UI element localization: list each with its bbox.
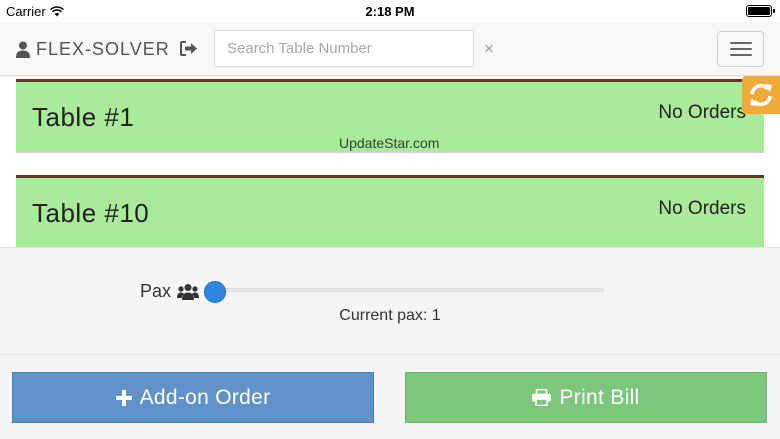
print-bill-label: Print Bill bbox=[559, 385, 640, 409]
logout-button[interactable] bbox=[180, 41, 198, 61]
watermark: UpdateStar.com bbox=[339, 135, 440, 151]
sign-out-icon bbox=[180, 41, 197, 56]
navbar: FLEX-SOLVER × bbox=[0, 22, 780, 76]
table-list: Table #1 No Orders Table #10 No Orders bbox=[0, 77, 780, 247]
refresh-button[interactable] bbox=[742, 76, 780, 114]
add-on-order-label: Add-on Order bbox=[139, 385, 271, 409]
table-status: No Orders bbox=[658, 198, 746, 219]
brand[interactable]: FLEX-SOLVER bbox=[16, 39, 170, 60]
user-icon bbox=[16, 41, 30, 58]
action-bar: Add-on Order Print Bill bbox=[0, 356, 780, 439]
refresh-icon bbox=[750, 83, 772, 107]
table-status: No Orders bbox=[658, 102, 746, 123]
pax-slider-thumb[interactable] bbox=[204, 281, 226, 303]
table-name: Table #1 bbox=[32, 102, 135, 132]
clear-search-button[interactable]: × bbox=[484, 39, 494, 59]
users-icon bbox=[177, 283, 200, 300]
hamburger-icon-bar bbox=[729, 48, 752, 50]
brand-name: FLEX-SOLVER bbox=[36, 39, 170, 59]
pax-panel: Pax Current pax: 1 bbox=[0, 247, 780, 355]
hamburger-icon-bar bbox=[729, 54, 752, 56]
menu-button[interactable] bbox=[717, 31, 764, 67]
pax-slider-track[interactable] bbox=[204, 288, 604, 292]
battery-icon bbox=[746, 5, 775, 17]
clock: 2:18 PM bbox=[365, 4, 415, 19]
print-bill-button[interactable]: Print Bill bbox=[405, 372, 767, 423]
current-pax-label: Current pax: 1 bbox=[339, 307, 441, 324]
print-icon bbox=[532, 389, 552, 406]
search-input[interactable] bbox=[214, 30, 474, 67]
table-card[interactable]: Table #10 No Orders bbox=[16, 175, 764, 247]
table-name: Table #10 bbox=[32, 198, 150, 228]
battery-level bbox=[748, 7, 770, 15]
plus-icon bbox=[115, 389, 132, 406]
hamburger-icon-bar bbox=[729, 42, 752, 44]
status-bar: Carrier 2:18 PM bbox=[0, 0, 780, 22]
pax-label-text: Pax bbox=[140, 281, 172, 301]
add-on-order-button[interactable]: Add-on Order bbox=[12, 372, 374, 423]
pax-label: Pax bbox=[140, 281, 200, 302]
